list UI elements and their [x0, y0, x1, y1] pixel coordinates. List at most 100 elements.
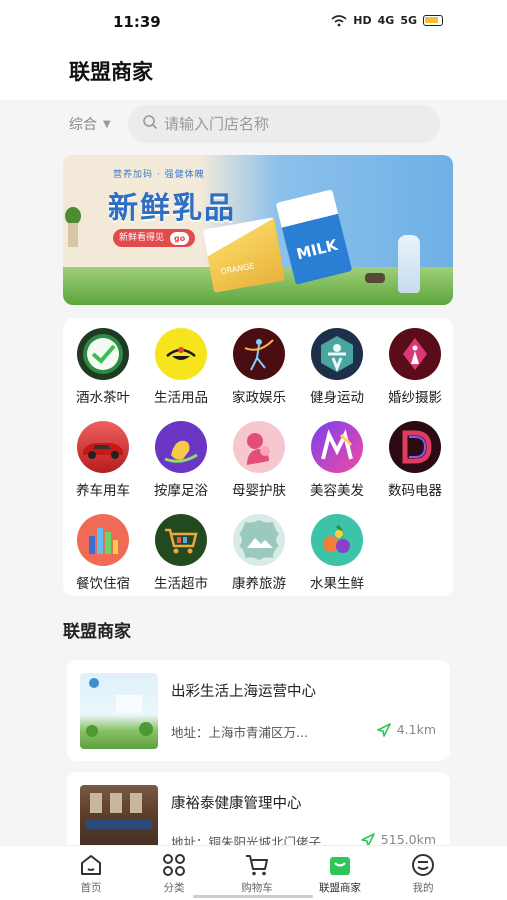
beauty-icon	[311, 421, 363, 473]
search-row: 综合 ▼	[48, 100, 466, 148]
category-item[interactable]: 水果生鲜	[301, 506, 373, 594]
sort-filter-label: 综合	[69, 117, 97, 133]
status-time: 11:39	[113, 13, 161, 31]
fitness-icon	[311, 328, 363, 380]
header: 联盟商家	[0, 44, 507, 100]
milk-bottle-image	[398, 235, 420, 293]
tab-home[interactable]: 首页	[51, 852, 131, 900]
tab-category[interactable]: 分类	[134, 852, 214, 900]
sort-filter-dropdown[interactable]: 综合 ▼	[69, 114, 111, 134]
category-item[interactable]: 美容美发	[301, 413, 373, 501]
merchant-name: 出彩生活上海运营中心	[171, 684, 316, 700]
supermarket-cart-icon	[155, 514, 207, 566]
category-item[interactable]: 康养旅游	[223, 506, 295, 594]
dancer-icon	[233, 328, 285, 380]
tab-profile-label: 我的	[412, 882, 434, 894]
shop-bag-icon	[330, 857, 350, 875]
category-label: 家政娱乐	[232, 390, 286, 406]
category-item[interactable]: 家政娱乐	[223, 320, 295, 408]
fruit-icon	[311, 514, 363, 566]
cow-image	[365, 273, 385, 283]
merchant-name: 康裕泰健康管理中心	[171, 796, 302, 812]
merchant-card[interactable]: 康裕泰健康管理中心 地址：铜朱阳光城北门佬子 515.0km	[67, 772, 450, 852]
tab-cart[interactable]: 购物车	[217, 852, 297, 900]
wedding-dress-icon	[389, 328, 441, 380]
category-label: 母婴护肤	[232, 483, 286, 499]
search-box[interactable]	[128, 105, 440, 143]
foot-massage-icon	[155, 421, 207, 473]
tab-profile[interactable]: 我的	[383, 852, 463, 900]
distance-value: 4.1km	[396, 722, 436, 737]
screen: 11:39 HD 4G 5G 联盟商家 综合 ▼ 营养加码 · 强健体魄 新鲜乳…	[0, 0, 507, 900]
tab-alliance-merchants[interactable]: 联盟商家	[300, 852, 380, 900]
tab-cart-label: 购物车	[241, 882, 273, 894]
box-text: ORANGE	[219, 261, 256, 277]
hd-indicator: HD	[353, 14, 372, 27]
dining-icon	[77, 514, 129, 566]
category-label: 生活用品	[154, 390, 208, 406]
banner-pill: 新鲜看得见 go	[113, 229, 196, 247]
banner-tagline: 营养加码 · 强健体魄	[113, 170, 205, 180]
category-label: 餐饮住宿	[76, 576, 130, 592]
category-icon	[163, 854, 185, 876]
tea-leaf-icon	[77, 328, 129, 380]
search-icon	[143, 115, 158, 130]
plant-decoration	[65, 207, 81, 247]
battery-icon	[423, 15, 443, 26]
category-label: 水果生鲜	[310, 576, 364, 592]
mother-baby-icon	[233, 421, 285, 473]
household-icon	[155, 328, 207, 380]
tab-category-label: 分类	[163, 882, 185, 894]
car-icon	[77, 421, 129, 473]
wifi-icon	[331, 14, 347, 26]
cart-icon	[246, 855, 268, 876]
category-grid: 酒水茶叶 生活用品 家政娱乐 健身运动 婚纱摄影 养车用车 按摩足浴 母婴护肤 …	[63, 318, 453, 596]
page-title: 联盟商家	[69, 60, 153, 84]
banner-title: 新鲜乳品	[108, 191, 236, 226]
category-item[interactable]: 生活超市	[145, 506, 217, 594]
category-item[interactable]: 婚纱摄影	[379, 320, 451, 408]
tab-alliance-merchants-label: 联盟商家	[319, 882, 361, 894]
merchant-thumbnail	[80, 785, 158, 852]
category-item[interactable]: 餐饮住宿	[67, 506, 139, 594]
signal-4g-icon: 4G	[377, 14, 395, 27]
navigation-arrow-icon	[376, 722, 391, 737]
category-item[interactable]: 母婴护肤	[223, 413, 295, 501]
orange-box-image: ORANGE	[202, 217, 286, 293]
home-icon	[81, 855, 101, 875]
category-label: 数码电器	[388, 483, 442, 499]
category-item[interactable]: 数码电器	[379, 413, 451, 501]
category-item[interactable]: 酒水茶叶	[67, 320, 139, 408]
category-item[interactable]: 养车用车	[67, 413, 139, 501]
merchant-card[interactable]: 出彩生活上海运营中心 地址：上海市青浦区万... 4.1km	[67, 660, 450, 761]
promo-banner[interactable]: 营养加码 · 强健体魄 新鲜乳品 新鲜看得见 go ORANGE MILK	[63, 155, 453, 305]
category-label: 美容美发	[310, 483, 364, 499]
merchant-thumbnail	[80, 673, 158, 749]
status-bar: 11:39 HD 4G 5G	[0, 0, 507, 44]
travel-mountain-icon	[233, 514, 285, 566]
banner-go: go	[170, 231, 190, 245]
tab-home-label: 首页	[80, 882, 102, 894]
bottom-tab-bar: 首页 分类 购物车 联盟商家 我的	[0, 845, 507, 900]
signal-5g-icon: 5G	[400, 14, 417, 27]
category-label: 酒水茶叶	[76, 390, 130, 406]
category-item[interactable]: 按摩足浴	[145, 413, 217, 501]
status-icons: HD 4G 5G	[331, 14, 443, 27]
banner-pill-text: 新鲜看得见	[119, 233, 165, 243]
profile-icon	[412, 854, 434, 876]
category-label: 婚纱摄影	[388, 390, 442, 406]
category-item[interactable]: 生活用品	[145, 320, 217, 408]
merchant-address: 地址：上海市青浦区万...	[171, 725, 308, 740]
merchant-distance: 4.1km	[376, 722, 436, 737]
section-title: 联盟商家	[63, 622, 131, 642]
caret-down-icon: ▼	[103, 118, 111, 130]
digital-icon	[389, 421, 441, 473]
search-input[interactable]	[164, 105, 424, 143]
home-indicator	[193, 895, 313, 898]
category-label: 康养旅游	[232, 576, 286, 592]
category-item[interactable]: 健身运动	[301, 320, 373, 408]
category-label: 生活超市	[154, 576, 208, 592]
category-label: 健身运动	[310, 390, 364, 406]
category-label: 按摩足浴	[154, 483, 208, 499]
milk-text: MILK	[294, 235, 340, 264]
